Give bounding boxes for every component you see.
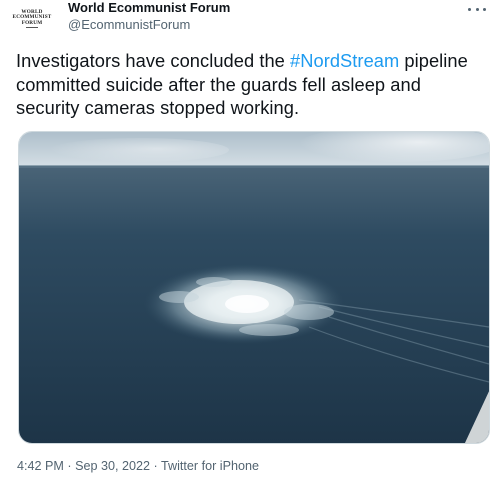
tweet-text: Investigators have concluded the #NordSt… (16, 49, 486, 120)
author-handle[interactable]: @EcommunistForum (68, 17, 190, 32)
tweet-source[interactable]: Twitter for iPhone (161, 459, 259, 473)
avatar-line-3: FORUM (21, 19, 43, 26)
tweet-text-before: Investigators have concluded the (16, 50, 291, 71)
aerial-sea-photo (19, 132, 489, 443)
tweet-card: WORLD ECOMMUNIST FORUM World Ecommunist … (0, 0, 500, 478)
more-horizontal-icon[interactable] (468, 2, 486, 16)
tweet-meta: 4:42 PM · Sep 30, 2022 · Twitter for iPh… (17, 459, 259, 473)
tweet-time[interactable]: 4:42 PM (17, 459, 64, 473)
tweet-date[interactable]: Sep 30, 2022 (75, 459, 150, 473)
meta-separator-2: · (150, 459, 162, 473)
hashtag-link[interactable]: #NordStream (290, 50, 399, 71)
avatar-rule (26, 27, 38, 29)
tweet-photo[interactable] (18, 131, 490, 444)
meta-separator-1: · (63, 459, 76, 473)
avatar[interactable]: WORLD ECOMMUNIST FORUM (8, 4, 56, 34)
author-display-name[interactable]: World Ecommunist Forum (68, 0, 230, 15)
